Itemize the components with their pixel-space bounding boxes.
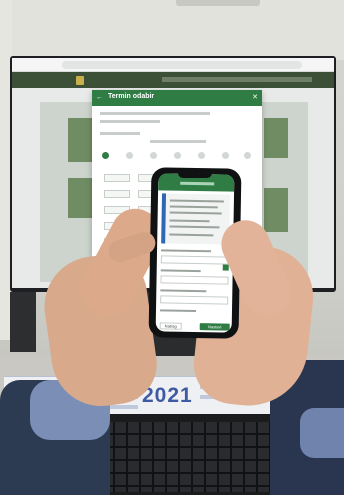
phone-text-line [160,289,207,293]
modal-text-line [100,112,210,115]
wall [0,0,344,60]
calendar-day[interactable] [174,152,181,159]
browser-address-bar[interactable] [62,61,302,69]
phone-text-line [169,225,220,229]
phone-notch [178,172,212,178]
website-nav[interactable] [162,77,312,82]
calendar-day[interactable] [150,152,157,159]
website-image [264,188,288,232]
phone-text-line [169,199,224,203]
wall-socket [176,0,260,6]
phone-text-line [160,269,201,273]
phone-input-field[interactable] [160,255,229,265]
modal-header: ← Termin odabir ✕ [92,90,262,106]
website-logo [76,76,84,85]
modal-title: Termin odabir [108,93,155,100]
arrow-left-icon[interactable]: ← [96,93,103,102]
phone-text-line [169,233,214,237]
speaker [10,292,36,352]
back-button[interactable]: Natrag [159,322,182,330]
phone-text-line [169,211,222,215]
phone-input-field[interactable] [160,295,229,305]
calendar-day[interactable] [222,152,229,159]
phone-text-line [169,205,218,209]
website-image [264,118,288,158]
phone-text-line [169,219,210,223]
photo-scene: ← Termin odabir ✕ 2021 Natrag Nastavi [0,0,344,495]
browser-toolbar [12,58,334,72]
calendar-day[interactable] [126,152,133,159]
time-slot[interactable] [104,174,130,182]
calendar-day[interactable] [198,152,205,159]
modal-text-line [100,132,140,135]
continue-button[interactable]: Nastavi [199,323,230,331]
right-shirt-cuff [300,408,344,458]
phone-info-card [161,193,231,245]
phone-text-line [159,309,197,313]
website-image [68,118,92,162]
modal-date-heading [150,140,206,143]
phone-header-title [180,181,215,186]
close-icon[interactable]: ✕ [252,93,258,102]
phone-input-field[interactable] [160,275,229,285]
modal-text-line [100,120,160,123]
calendar-day[interactable] [244,152,251,159]
calendar-year: 2021 [142,384,193,407]
phone-text-line [161,249,212,253]
website-image [68,178,92,218]
time-slot[interactable] [104,190,130,198]
calendar-day[interactable] [102,152,109,159]
